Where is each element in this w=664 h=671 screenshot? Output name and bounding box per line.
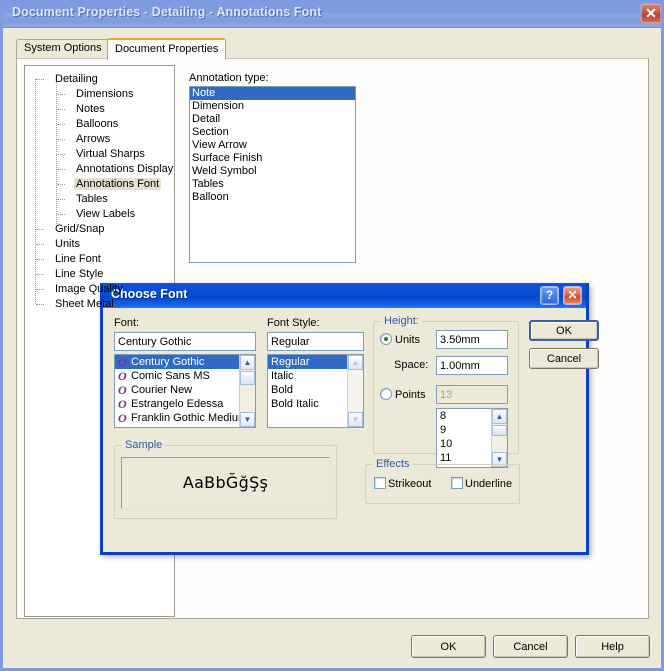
points-value-input: 13 <box>436 385 508 404</box>
document-properties-window: Document Properties - Detailing - Annota… <box>0 0 664 671</box>
tree-item-virtual-sharps[interactable]: Virtual Sharps <box>31 147 172 162</box>
space-value-input[interactable]: 1.00mm <box>436 356 508 375</box>
points-listbox[interactable]: 8 9 10 11 ▲ ▼ <box>436 408 508 468</box>
effects-group-title: Effects <box>373 458 413 470</box>
strikeout-checkbox[interactable]: Strikeout <box>374 477 431 490</box>
cancel-button[interactable]: Cancel <box>493 635 568 658</box>
font-list-scrollbar[interactable]: ▲ ▼ <box>239 355 255 427</box>
list-item[interactable]: Note <box>190 87 355 100</box>
tree-item-annotations-display[interactable]: Annotations Display <box>31 162 173 177</box>
sample-groupbox: Sample AaBbĞğŞş <box>114 439 337 519</box>
tree-item-detailing[interactable]: Detailing <box>31 72 172 87</box>
points-radio[interactable]: Points <box>380 388 426 401</box>
height-group-title: Height: <box>381 315 422 327</box>
tree-item-dimensions[interactable]: Dimensions <box>31 87 172 102</box>
font-dialog-cancel-button[interactable]: Cancel <box>529 348 599 369</box>
font-style-label: Font Style: <box>267 317 320 329</box>
scroll-down-icon[interactable]: ▼ <box>240 412 255 427</box>
scroll-up-icon[interactable]: ▲ <box>492 409 507 424</box>
tree-item-tables[interactable]: Tables <box>31 192 172 207</box>
list-item[interactable]: Dimension <box>190 100 355 113</box>
effects-groupbox: Effects Strikeout Underline <box>365 458 520 504</box>
choose-font-body: Font: Century Gothic O Century Gothic O Co… <box>103 308 599 549</box>
scroll-up-icon[interactable]: ▲ <box>348 355 363 370</box>
list-item[interactable]: Detail <box>190 113 355 126</box>
font-style-list-scrollbar[interactable]: ▲ ▼ <box>347 355 363 427</box>
tree-item-grid-snap[interactable]: Grid/Snap <box>31 222 172 237</box>
tree-item-annotations-font[interactable]: Annotations Font <box>31 177 172 192</box>
truetype-icon: O <box>118 369 127 383</box>
truetype-icon: O <box>118 383 127 397</box>
points-list-scrollbar[interactable]: ▲ ▼ <box>491 409 507 467</box>
window-titlebar: Document Properties - Detailing - Annota… <box>3 0 661 28</box>
tree-item-line-font[interactable]: Line Font <box>31 252 172 267</box>
truetype-icon: O <box>118 355 127 369</box>
tree-item-balloons[interactable]: Balloons <box>31 117 172 132</box>
help-icon[interactable]: ? <box>540 286 559 305</box>
list-item[interactable]: O Franklin Gothic Medium <box>115 411 255 425</box>
help-button[interactable]: Help <box>575 635 650 658</box>
font-dialog-ok-button[interactable]: OK <box>529 320 599 341</box>
list-item[interactable]: O Courier New <box>115 383 255 397</box>
scroll-down-icon[interactable]: ▼ <box>348 412 363 427</box>
close-icon: ✕ <box>645 5 657 21</box>
height-groupbox: Height: Units 3.50mm Space: 1.00mm Point… <box>373 315 519 468</box>
checkbox-box-icon <box>374 477 386 489</box>
sample-preview: AaBbĞğŞş <box>121 457 330 509</box>
list-item[interactable]: Balloon <box>190 191 355 204</box>
font-style-input[interactable]: Regular <box>267 332 364 351</box>
list-item[interactable]: Tables <box>190 178 355 191</box>
list-item[interactable]: O Century Gothic <box>115 355 255 369</box>
tree-item-units[interactable]: Units <box>31 237 172 252</box>
list-item[interactable]: Section <box>190 126 355 139</box>
tree-item-view-labels[interactable]: View Labels <box>31 207 172 222</box>
tree-item-notes[interactable]: Notes <box>31 102 172 117</box>
scroll-thumb[interactable] <box>240 371 255 385</box>
space-label: Space: <box>394 359 429 371</box>
tree-item-line-style[interactable]: Line Style <box>31 267 172 282</box>
units-value-input[interactable]: 3.50mm <box>436 330 508 349</box>
scroll-thumb[interactable] <box>492 425 507 436</box>
annotation-type-listbox[interactable]: Note Dimension Detail Section View Arrow… <box>189 86 356 263</box>
choose-font-dialog: Choose Font ? ✕ Font: Century Gothic O Ce… <box>100 283 599 555</box>
underline-checkbox[interactable]: Underline <box>451 477 512 490</box>
scroll-up-icon[interactable]: ▲ <box>240 355 255 370</box>
window-title: Document Properties - Detailing - Annota… <box>12 5 322 19</box>
radio-dot-icon <box>380 333 392 345</box>
tree-item-arrows[interactable]: Arrows <box>31 132 172 147</box>
choose-font-titlebar: Choose Font ? ✕ <box>103 283 586 308</box>
radio-dot-icon <box>380 388 392 400</box>
tabstrip: System Options Document Properties <box>16 38 656 60</box>
list-item[interactable]: O Estrangelo Edessa <box>115 397 255 411</box>
ok-button[interactable]: OK <box>411 635 486 658</box>
list-item[interactable]: Surface Finish <box>190 152 355 165</box>
tab-system-options[interactable]: System Options <box>16 39 110 59</box>
font-style-listbox[interactable]: Regular Italic Bold Bold Italic ▲ ▼ <box>267 354 364 428</box>
list-item[interactable]: View Arrow <box>190 139 355 152</box>
font-name-input[interactable]: Century Gothic <box>114 332 256 351</box>
sample-group-title: Sample <box>122 439 166 451</box>
dialog-button-bar: OK Cancel Help <box>3 630 661 668</box>
truetype-icon: O <box>118 397 127 411</box>
units-radio[interactable]: Units <box>380 333 420 346</box>
list-item[interactable]: Weld Symbol <box>190 165 355 178</box>
font-listbox[interactable]: O Century Gothic O Comic Sans MS O Courier … <box>114 354 256 428</box>
font-label: Font: <box>114 317 140 329</box>
close-icon[interactable]: ✕ <box>563 286 582 305</box>
truetype-icon: O <box>118 411 127 425</box>
checkbox-box-icon <box>451 477 463 489</box>
sample-text: AaBbĞğŞş <box>182 473 269 492</box>
annotation-type-label: Annotation type: <box>189 72 269 84</box>
tab-document-properties[interactable]: Document Properties <box>107 38 227 60</box>
list-item[interactable]: O Comic Sans MS <box>115 369 255 383</box>
close-button[interactable]: ✕ <box>640 3 661 24</box>
